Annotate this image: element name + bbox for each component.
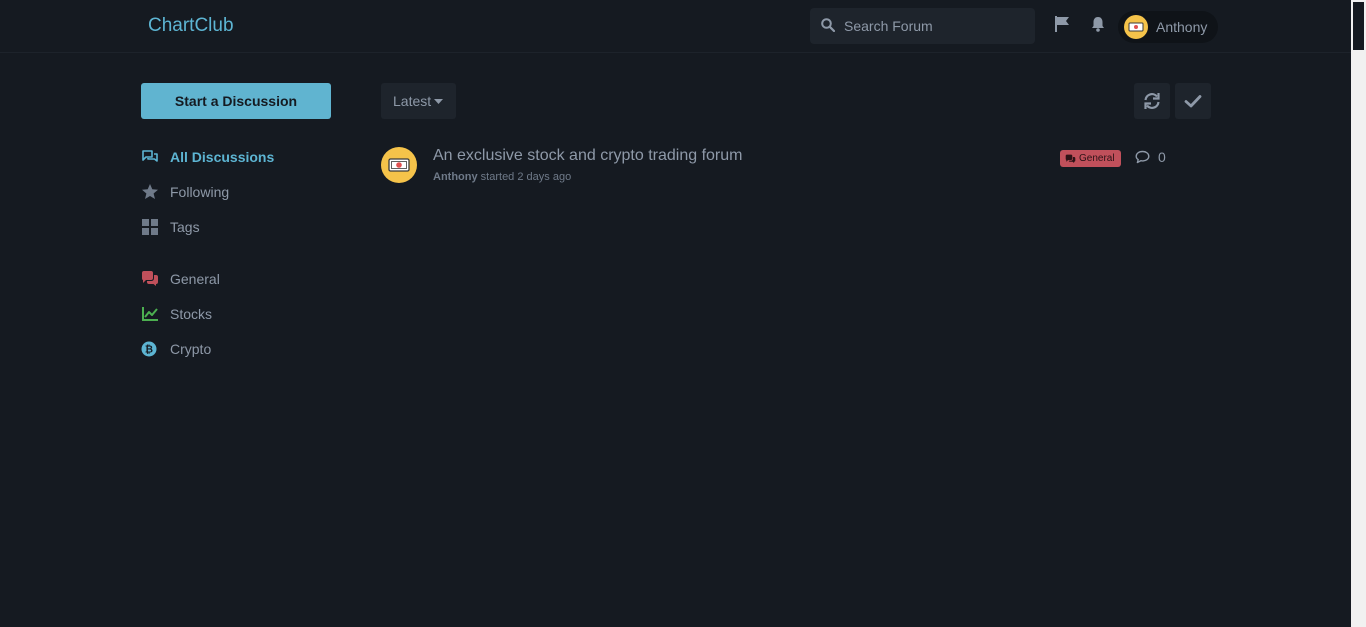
nav-all-discussions[interactable]: All Discussions	[141, 146, 274, 168]
tag-label: Stocks	[170, 306, 213, 322]
svg-text:₿: ₿	[145, 344, 153, 356]
session-dropdown[interactable]: Anthony	[1118, 11, 1218, 43]
refresh-icon	[1144, 93, 1160, 109]
user-name: Anthony	[1156, 19, 1208, 35]
avatar[interactable]	[381, 147, 417, 183]
discussion-started-text: started	[480, 171, 515, 183]
sort-label: Latest	[393, 93, 432, 109]
tag-badge-label: General	[1079, 153, 1115, 164]
flag-icon	[1055, 16, 1069, 32]
star-icon	[142, 184, 158, 199]
comments-icon	[142, 271, 158, 286]
money-icon	[1128, 22, 1144, 32]
refresh-button[interactable]	[1134, 83, 1170, 119]
tag-label: General	[170, 271, 220, 287]
nav-tags[interactable]: Tags	[141, 216, 200, 238]
discussion-author[interactable]: Anthony	[433, 171, 478, 183]
avatar	[1124, 15, 1148, 39]
tag-crypto[interactable]: ₿ Crypto	[141, 338, 211, 360]
header: ChartClub Anthony	[0, 0, 1351, 53]
tag-label: Crypto	[170, 341, 212, 357]
bell-icon	[1092, 17, 1104, 32]
nav-following[interactable]: Following	[141, 181, 229, 203]
search-icon	[821, 18, 835, 32]
nav-label: Tags	[170, 219, 200, 235]
grid-icon	[142, 219, 158, 235]
money-icon	[388, 158, 410, 172]
search-box[interactable]	[810, 8, 1035, 44]
nav-label: All Discussions	[170, 149, 275, 165]
scrollbar-thumb[interactable]	[1353, 2, 1364, 50]
caret-down-icon	[434, 99, 443, 104]
bitcoin-icon: ₿	[141, 341, 157, 357]
discussion-meta: Anthony started 2 days ago	[433, 171, 571, 183]
tag-general[interactable]: General	[141, 268, 220, 290]
discussion-title[interactable]: An exclusive stock and crypto trading fo…	[433, 147, 742, 165]
nav-label: Following	[170, 184, 230, 200]
reply-count-value: 0	[1158, 149, 1166, 165]
notifications-button[interactable]	[1089, 15, 1111, 37]
sort-dropdown[interactable]: Latest	[381, 83, 456, 119]
comments-icon	[1065, 154, 1076, 163]
check-icon	[1184, 95, 1202, 108]
flags-button[interactable]	[1053, 15, 1075, 37]
comments-icon	[142, 150, 158, 162]
reply-count: 0	[1135, 149, 1166, 165]
comment-icon	[1135, 150, 1150, 164]
scrollbar[interactable]	[1351, 0, 1366, 627]
search-input[interactable]	[844, 8, 1029, 44]
start-discussion-button[interactable]: Start a Discussion	[141, 83, 331, 119]
chart-line-icon	[142, 307, 158, 321]
tag-stocks[interactable]: Stocks	[141, 303, 212, 325]
mark-all-read-button[interactable]	[1175, 83, 1211, 119]
brand-logo[interactable]: ChartClub	[148, 15, 234, 37]
tag-badge[interactable]: General	[1060, 150, 1121, 167]
discussion-time: 2 days ago	[517, 171, 572, 183]
